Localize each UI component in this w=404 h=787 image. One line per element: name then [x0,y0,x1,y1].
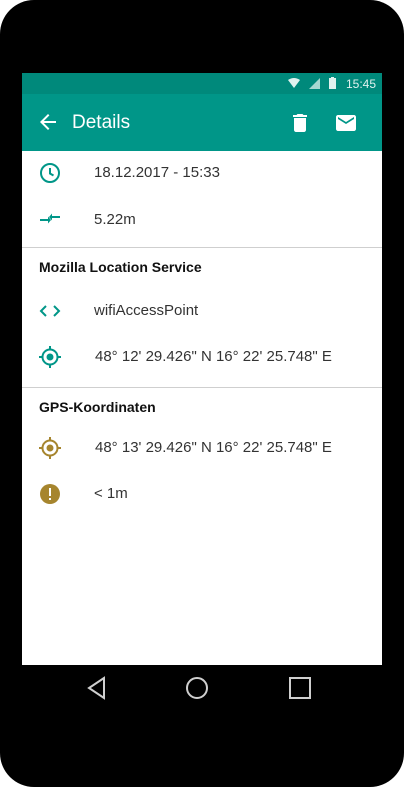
location-target-icon [39,437,61,459]
distance-row: 5.22m [22,200,382,240]
mls-source-text: wifiAccessPoint [94,302,199,319]
mls-coordinates-text: 48° 12' 29.426" N 16° 22' 25.748" E [95,348,332,365]
gps-accuracy-text: < 1m [94,485,128,502]
code-icon [39,305,61,317]
home-circle-icon[interactable] [185,676,209,700]
clock-icon [40,163,60,183]
arrow-left-icon[interactable] [36,110,60,134]
timestamp-text: 18.12.2017 - 15:33 [94,164,220,181]
page-title: Details [72,112,131,133]
status-bar: 15:45 [22,73,382,94]
gps-coordinates-text: 48° 13' 29.426" N 16° 22' 25.748" E [95,439,332,456]
location-target-icon [39,346,61,368]
gps-heading: GPS-Koordinaten [39,399,156,415]
distance-text: 5.22m [94,211,136,228]
mls-coordinates-row: 48° 12' 29.426" N 16° 22' 25.748" E [22,337,382,377]
back-triangle-icon[interactable] [85,676,109,700]
battery-icon [329,77,336,89]
timestamp-row: 18.12.2017 - 15:33 [22,153,382,193]
email-icon[interactable] [334,111,358,135]
navigation-bar [22,665,382,711]
app-bar: Details [22,94,382,151]
divider [22,387,382,388]
signal-icon [309,77,320,89]
status-time: 15:45 [345,77,376,91]
recents-square-icon[interactable] [288,676,312,700]
app-screen: 15:45 Details 18.12.2017 - 15:33 5.22m M… [22,73,382,665]
wifi-icon [288,77,300,88]
gps-accuracy-row: < 1m [22,474,382,514]
mls-heading: Mozilla Location Service [39,259,202,275]
divider [22,247,382,248]
alert-circle-icon [40,484,60,504]
mls-source-row: wifiAccessPoint [22,291,382,331]
gps-coordinates-row: 48° 13' 29.426" N 16° 22' 25.748" E [22,428,382,468]
status-icons [288,77,336,89]
compare-arrows-icon [40,213,60,224]
delete-icon[interactable] [288,111,312,135]
